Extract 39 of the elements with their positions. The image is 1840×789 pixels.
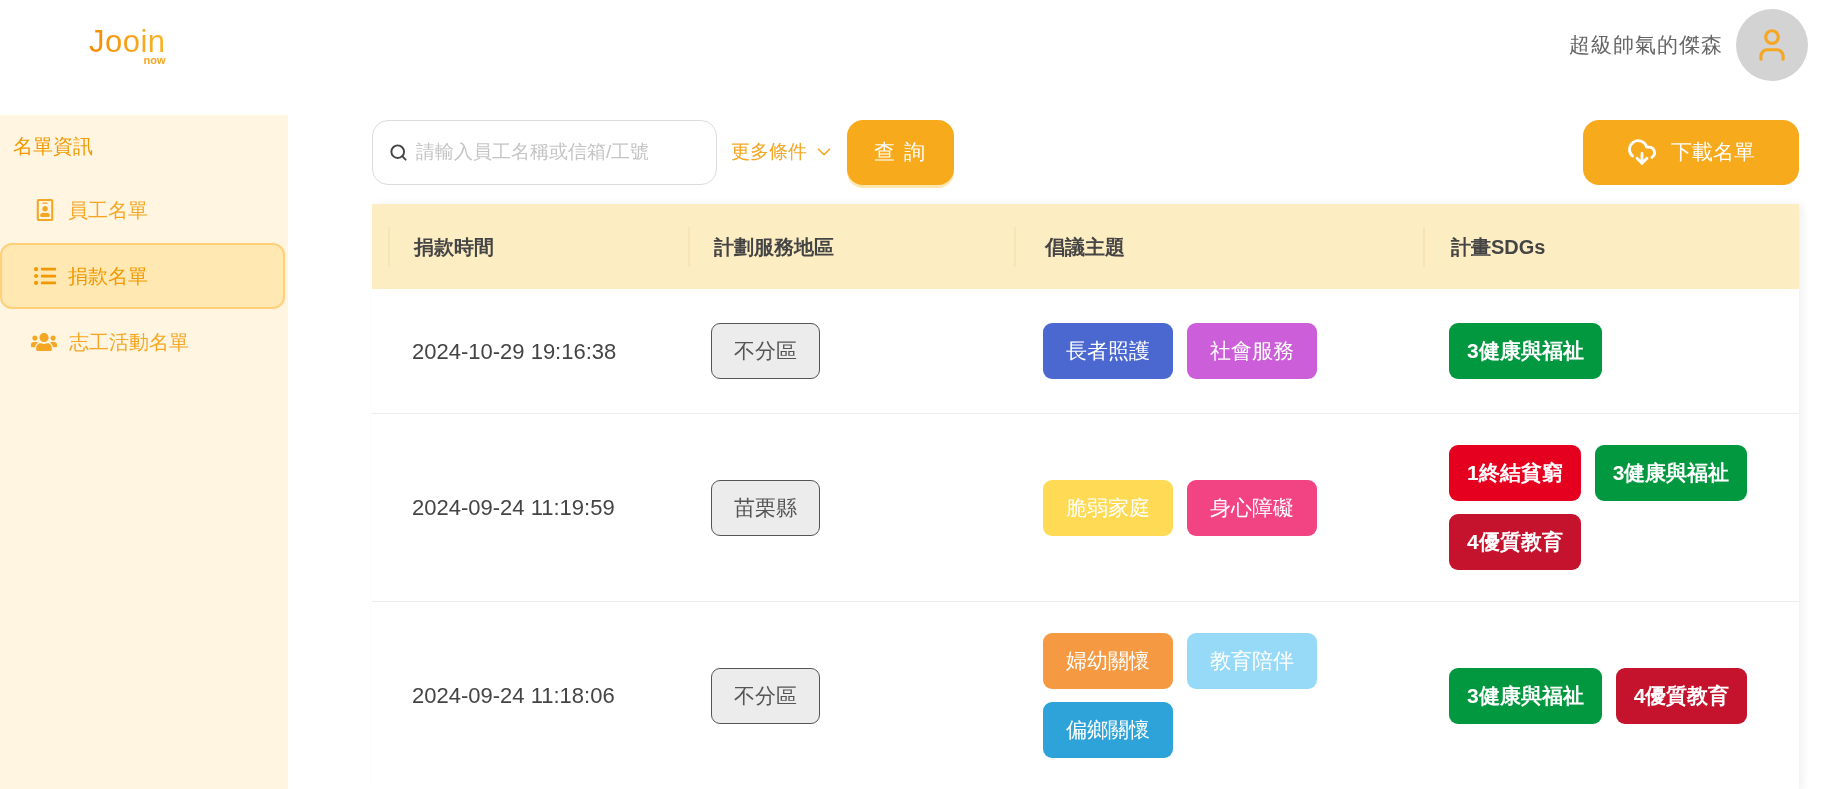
theme-tag: 偏鄉關懷 bbox=[1043, 702, 1173, 758]
search-icon bbox=[389, 142, 408, 162]
sidebar-item[interactable]: 員工名單 bbox=[0, 177, 285, 243]
sdg-tag: 3健康與福祉 bbox=[1449, 667, 1602, 724]
donation-time: 2024-09-24 11:19:59 bbox=[412, 495, 615, 520]
region-tag: 苗栗縣 bbox=[711, 479, 820, 536]
logo-wordmark: Jooin bbox=[89, 28, 166, 55]
sdg-tag: 3健康與福祉 bbox=[1594, 445, 1748, 501]
column-header: 倡議主題 bbox=[1045, 234, 1125, 260]
donation-time: 2024-10-29 19:16:38 bbox=[412, 338, 617, 364]
query-button[interactable]: 查 詢 bbox=[847, 119, 954, 185]
badge-icon bbox=[34, 199, 56, 221]
user-name: 超級帥氣的傑森 bbox=[1569, 31, 1723, 58]
sdg-tag: 4優質教育 bbox=[1615, 667, 1748, 724]
logo-tagline: now bbox=[143, 54, 166, 65]
sidebar-item[interactable]: 志工活動名單 bbox=[0, 309, 285, 375]
sidebar-title: 名單資訊 bbox=[13, 134, 93, 159]
sdg-tag: 4優質教育 bbox=[1449, 514, 1581, 570]
theme-tag: 長者照護 bbox=[1043, 323, 1173, 379]
people-group-icon bbox=[31, 331, 57, 353]
donation-time: 2024-09-24 11:18:06 bbox=[412, 683, 615, 708]
sdg-tag: 3健康與福祉 bbox=[1449, 323, 1602, 379]
sdg-tag: 1終結貧窮 bbox=[1449, 445, 1581, 501]
region-tag: 不分區 bbox=[711, 667, 820, 724]
theme-tag: 教育陪伴 bbox=[1187, 633, 1317, 689]
theme-tag: 身心障礙 bbox=[1187, 479, 1317, 536]
theme-tag: 婦幼關懷 bbox=[1043, 633, 1173, 689]
region-tag: 不分區 bbox=[711, 323, 820, 379]
search-field[interactable]: 請輸入員工名稱或信箱/工號 bbox=[372, 119, 717, 185]
more-filters-button[interactable]: 更多條件 bbox=[731, 137, 835, 167]
download-button[interactable]: 下載名單 bbox=[1583, 119, 1799, 185]
cloud-download-icon bbox=[1627, 137, 1657, 167]
column-header: 捐款時間 bbox=[414, 234, 494, 260]
theme-tag: 社會服務 bbox=[1187, 323, 1317, 379]
theme-tag: 脆弱家庭 bbox=[1043, 479, 1173, 536]
list-icon bbox=[34, 265, 56, 287]
sidebar-item[interactable]: 捐款名單 bbox=[0, 243, 285, 309]
column-header: 計畫SDGs bbox=[1451, 234, 1546, 260]
column-header: 計劃服務地區 bbox=[714, 234, 834, 260]
